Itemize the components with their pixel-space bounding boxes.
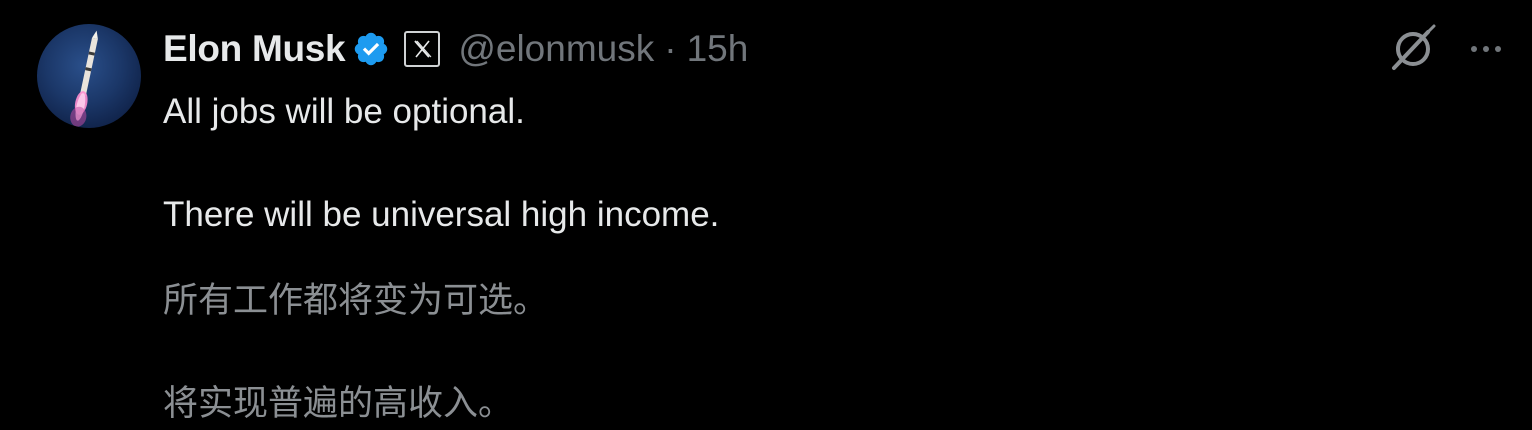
translation-text-line: 将实现普遍的高收入。 <box>163 384 514 424</box>
more-dot <box>1471 46 1477 52</box>
tweet-text-line: There will be universal high income. <box>163 195 720 234</box>
tweet-text-line: All jobs will be optional. <box>163 92 525 131</box>
verified-badge-icon[interactable] <box>352 30 390 68</box>
translation-text-line: 所有工作都将变为可选。 <box>163 281 549 321</box>
more-dot <box>1495 46 1501 52</box>
user-handle[interactable]: @elonmusk <box>458 28 654 70</box>
separator-dot: · <box>664 28 677 69</box>
avatar[interactable] <box>37 24 141 128</box>
tweet: Elon Musk @elonmusk · 15h All jobs will … <box>0 0 1532 430</box>
rocket-launch-avatar <box>70 30 98 127</box>
display-name[interactable]: Elon Musk <box>163 28 346 70</box>
more-dot <box>1483 46 1489 52</box>
x-logo-icon[interactable] <box>404 31 441 67</box>
tweet-header: Elon Musk @elonmusk · 15h <box>163 26 748 72</box>
timestamp[interactable]: 15h <box>687 28 749 70</box>
grok-icon[interactable] <box>1388 24 1438 74</box>
more-options-icon[interactable] <box>1462 36 1510 62</box>
